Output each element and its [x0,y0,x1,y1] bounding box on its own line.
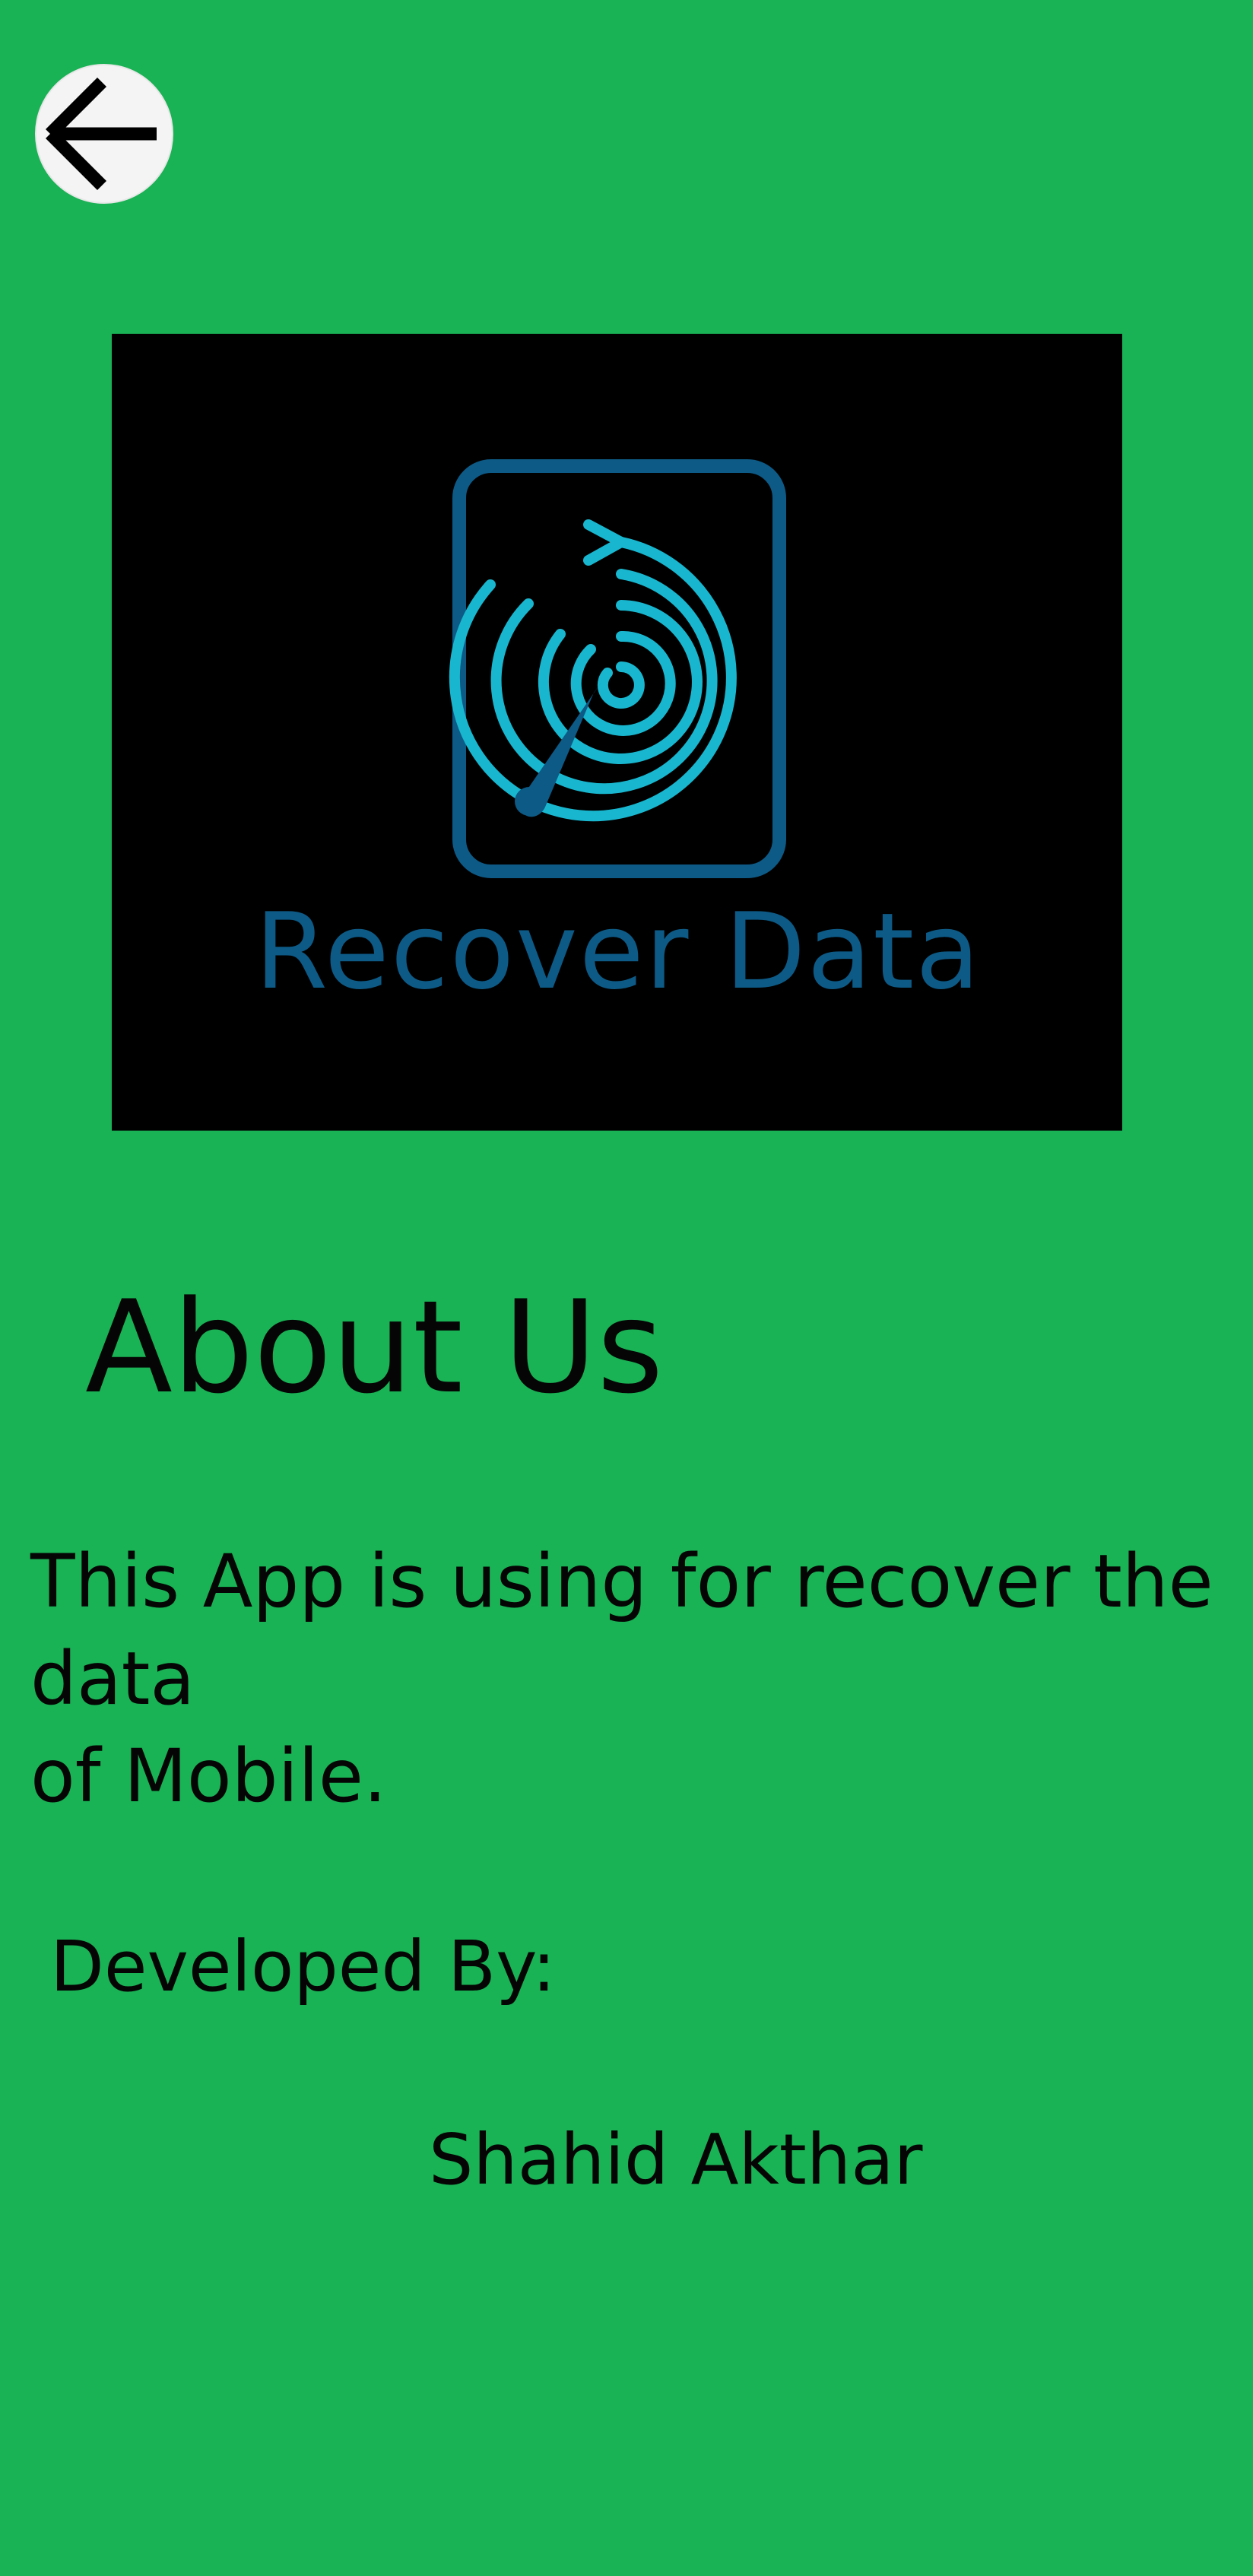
back-button[interactable] [35,64,173,204]
app-description: This App is using for recover the data o… [30,1539,1213,1819]
page-title: About Us [85,1273,664,1422]
developed-by-label: Developed By: [50,1926,556,2007]
app-logo: Recover Data [112,334,1122,1131]
arrow-left-icon [45,77,157,191]
developer-name: Shahid Akthar [429,2119,923,2200]
logo-text: Recover Data [255,890,982,1013]
